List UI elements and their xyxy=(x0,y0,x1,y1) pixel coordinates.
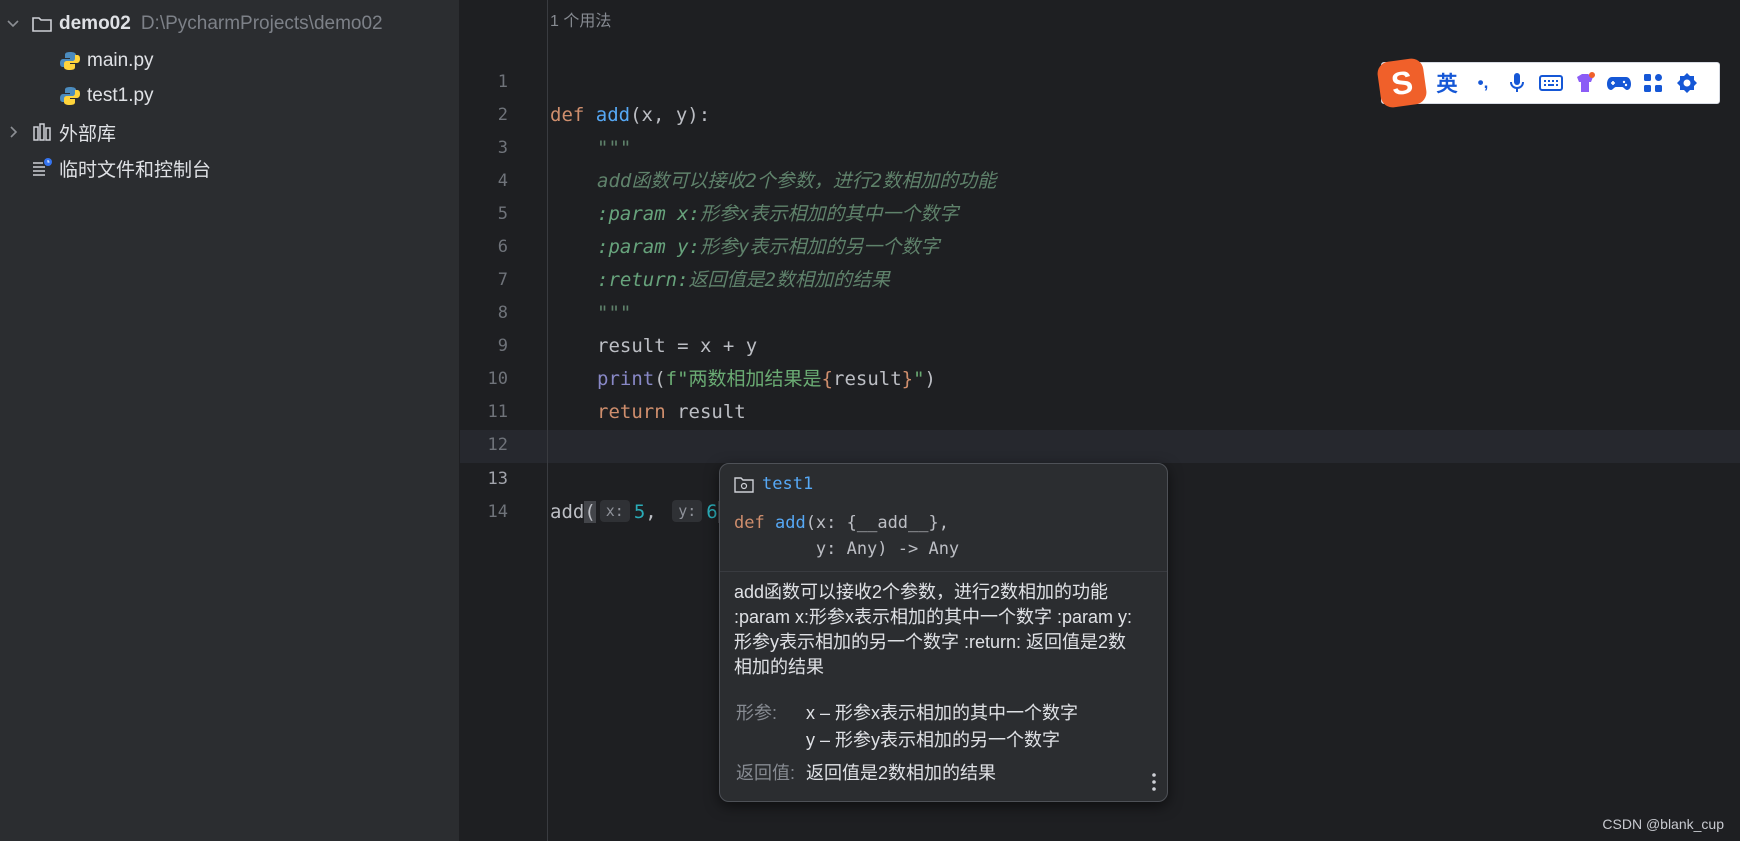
python-file-icon xyxy=(60,52,80,70)
tree-item-project-root[interactable]: demo02 D:\PycharmProjects\demo02 xyxy=(0,7,459,41)
usages-inlay-hint[interactable]: 1 个用法 xyxy=(550,7,611,31)
doc-returns-label: 返回值: xyxy=(736,763,796,783)
scratches-label: 临时文件和控制台 xyxy=(59,159,212,181)
skin-icon[interactable] xyxy=(1572,71,1598,95)
keyword: def xyxy=(734,513,765,533)
tree-item-test1-py[interactable]: test1.py xyxy=(0,79,459,113)
file-name: main.py xyxy=(87,50,154,71)
tree-item-scratches[interactable]: 临时文件和控制台 xyxy=(0,151,459,185)
code-line[interactable]: 8 result = x + y xyxy=(460,264,1740,357)
code-line[interactable]: 7 """ xyxy=(460,231,1740,324)
parameter-hint-y[interactable]: y: xyxy=(672,500,703,522)
tree-item-main-py[interactable]: main.py xyxy=(0,44,459,78)
settings-icon[interactable] xyxy=(1674,71,1700,95)
signature-params: (x: {__add__}, xyxy=(805,513,949,533)
code-line-current[interactable]: 13 add(x:5, y:6) xyxy=(460,430,1740,523)
external-libraries-label: 外部库 xyxy=(59,123,117,145)
file-name: test1.py xyxy=(87,85,154,106)
module-folder-icon xyxy=(734,477,754,493)
more-options-icon[interactable] xyxy=(1151,771,1157,793)
code-line[interactable]: 9 print(f"两数相加结果是{result}") xyxy=(460,297,1740,390)
code-line[interactable]: 6 :return:返回值是2数相加的结果 xyxy=(460,198,1740,291)
project-name: demo02 xyxy=(59,13,131,34)
paren: ( xyxy=(584,501,596,523)
mic-icon[interactable] xyxy=(1504,71,1530,95)
line-number[interactable]: 14 xyxy=(460,496,508,529)
project-tool-window: demo02 D:\PycharmProjects\demo02 main.py … xyxy=(0,0,460,841)
doc-divider xyxy=(720,571,1167,572)
doc-returns: 返回值是2数相加的结果 xyxy=(806,763,997,783)
function-name: add xyxy=(774,513,806,533)
csdn-watermark: CSDN @blank_cup xyxy=(1602,816,1724,832)
doc-description: add函数可以接收2个参数，进行2数相加的功能 :param x:形参x表示相加… xyxy=(734,582,1133,677)
function-call: add xyxy=(550,501,585,523)
code-line[interactable]: 4 :param x:形参x表示相加的其中一个数字 xyxy=(460,132,1740,225)
ime-punctuation-toggle[interactable]: •, xyxy=(1470,71,1496,95)
parameter-hint-x[interactable]: x: xyxy=(599,500,630,522)
keyboard-icon[interactable] xyxy=(1538,71,1564,95)
project-path: D:\PycharmProjects\demo02 xyxy=(140,13,383,34)
code-line[interactable]: 10 return result xyxy=(460,330,1740,423)
code-line[interactable]: 12 xyxy=(460,396,1740,455)
doc-module-name[interactable]: test1 xyxy=(762,474,813,494)
apps-icon[interactable] xyxy=(1640,71,1666,95)
scratches-console-icon xyxy=(33,158,52,176)
argument-x: 5 xyxy=(633,501,646,523)
argument-y: 6 xyxy=(706,501,718,523)
tree-item-external-libraries[interactable]: 外部库 xyxy=(0,115,459,149)
gamepad-icon[interactable] xyxy=(1606,71,1632,95)
sogou-logo-icon[interactable]: S xyxy=(1376,57,1428,109)
quick-documentation-popup[interactable]: test1 def add(x: {__add__}, y: Any) -> A… xyxy=(719,463,1168,802)
code-line[interactable]: 5 :param y:形参y表示相加的另一个数字 xyxy=(460,165,1740,258)
chevron-right-icon[interactable] xyxy=(6,125,20,139)
signature-params-cont: y: Any) -> Any xyxy=(734,539,960,559)
doc-param-x: x – 形参x表示相加的其中一个数字 xyxy=(806,703,1079,723)
code-line[interactable]: 11 xyxy=(460,363,1740,422)
doc-params-label: 形参: xyxy=(736,703,778,723)
comma: , xyxy=(645,501,657,523)
chevron-down-icon[interactable] xyxy=(6,17,20,31)
doc-param-y: y – 形参y表示相加的另一个数字 xyxy=(806,730,1061,750)
folder-icon xyxy=(32,17,52,32)
ime-toolbar[interactable]: S 英 •, xyxy=(1376,57,1720,109)
ime-mode-toggle[interactable]: 英 xyxy=(1434,71,1460,96)
doc-signature: def add(x: {__add__}, y: Any) -> Any xyxy=(734,510,959,562)
python-file-icon xyxy=(60,87,80,105)
library-icon xyxy=(33,123,51,141)
doc-module-link[interactable]: test1 xyxy=(734,470,813,498)
